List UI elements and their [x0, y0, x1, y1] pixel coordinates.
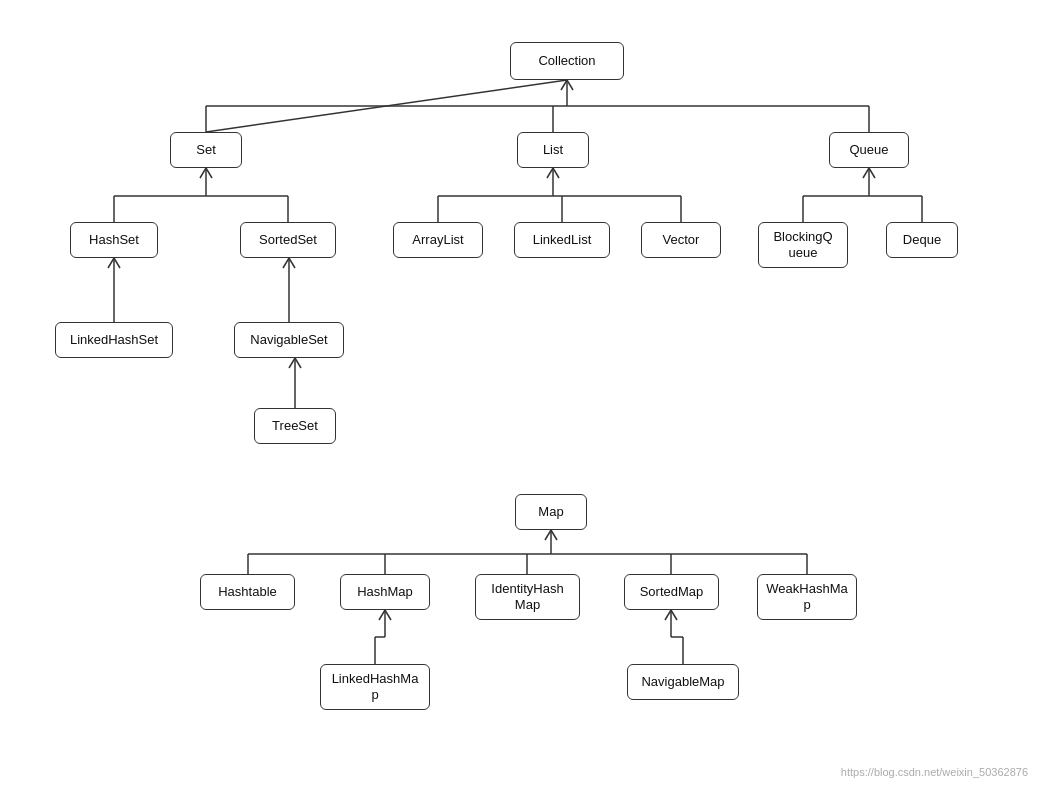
node-navigableset: NavigableSet [234, 322, 344, 358]
svg-line-1 [206, 80, 567, 132]
node-navigablemap: NavigableMap [627, 664, 739, 700]
node-sortedmap: SortedMap [624, 574, 719, 610]
node-hashmap: HashMap [340, 574, 430, 610]
node-deque: Deque [886, 222, 958, 258]
node-vector: Vector [641, 222, 721, 258]
node-hashset: HashSet [70, 222, 158, 258]
node-map: Map [515, 494, 587, 530]
node-identityhashmap: IdentityHashMap [475, 574, 580, 620]
node-linkedhashset: LinkedHashSet [55, 322, 173, 358]
watermark: https://blog.csdn.net/weixin_50362876 [841, 766, 1028, 778]
node-weakhashmap: WeakHashMap [757, 574, 857, 620]
node-collection: Collection [510, 42, 624, 80]
connection-lines [0, 0, 1040, 788]
node-linkedhashmap: LinkedHashMap [320, 664, 430, 710]
node-set: Set [170, 132, 242, 168]
node-treeset: TreeSet [254, 408, 336, 444]
node-arraylist: ArrayList [393, 222, 483, 258]
node-hashtable: Hashtable [200, 574, 295, 610]
node-sortedset: SortedSet [240, 222, 336, 258]
node-list: List [517, 132, 589, 168]
node-blockingqueue: BlockingQueue [758, 222, 848, 268]
diagram: Collection Set List Queue HashSet Sorted… [0, 0, 1040, 788]
node-linkedlist: LinkedList [514, 222, 610, 258]
node-queue: Queue [829, 132, 909, 168]
